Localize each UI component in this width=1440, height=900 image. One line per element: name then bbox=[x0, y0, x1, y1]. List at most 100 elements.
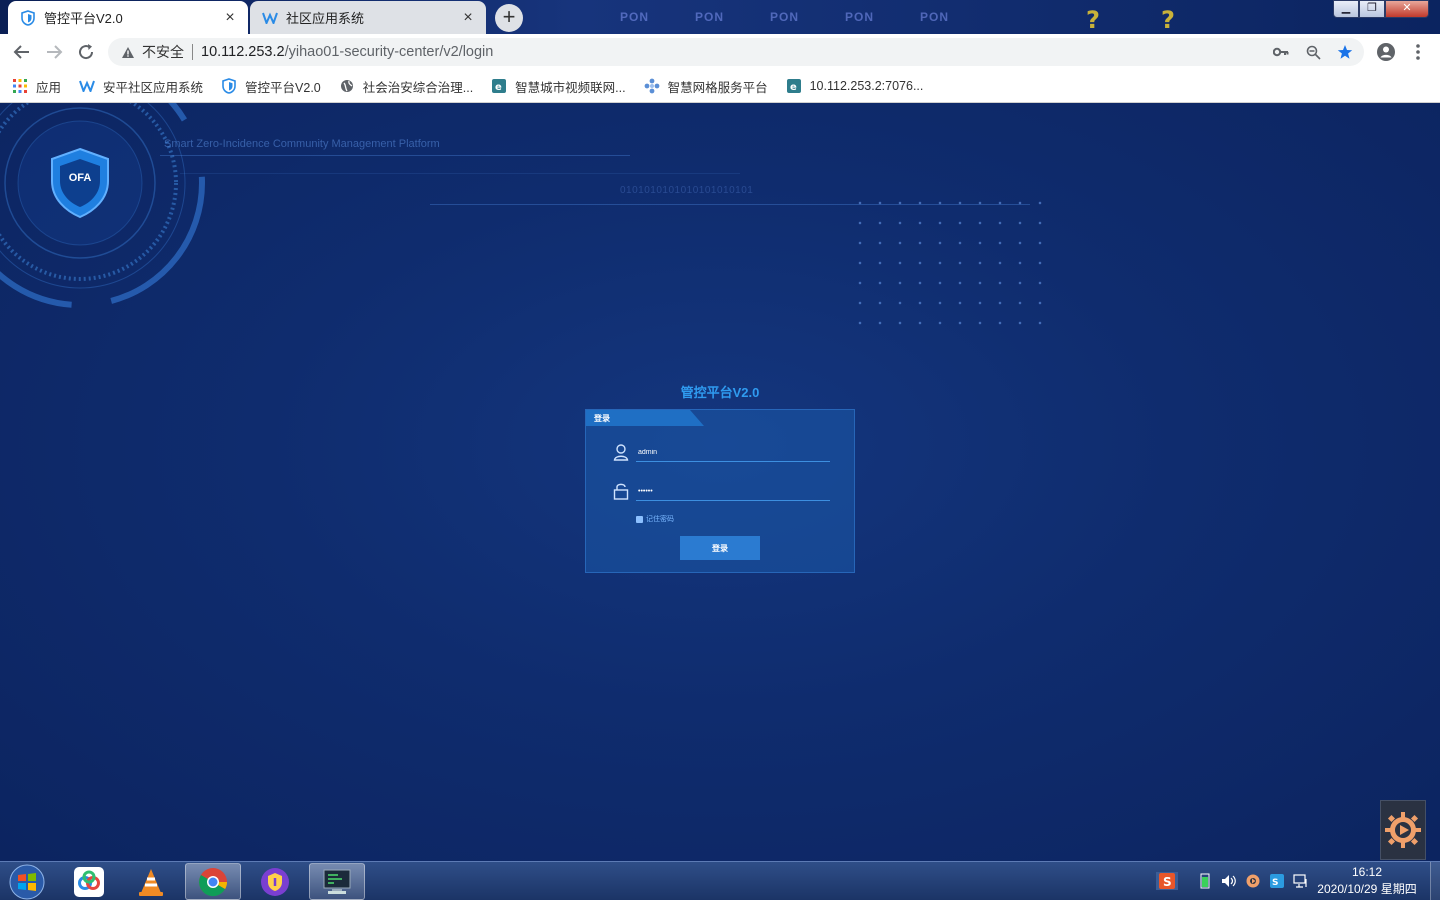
floating-video-widget[interactable] bbox=[1380, 800, 1426, 860]
svg-text:S: S bbox=[1272, 878, 1278, 888]
system-clock[interactable]: 16:12 2020/10/29 星期四 bbox=[1306, 864, 1428, 898]
background-deco-text: PON bbox=[845, 10, 875, 24]
username-input[interactable] bbox=[636, 444, 830, 462]
w-logo-icon bbox=[79, 78, 95, 94]
bookmark-management-platform[interactable]: 管控平台V2.0 bbox=[221, 77, 321, 96]
taskbar-remote-desktop[interactable] bbox=[309, 863, 365, 900]
remember-password-label: 记住密码 bbox=[646, 516, 674, 523]
login-button[interactable]: 登录 bbox=[680, 536, 760, 560]
omnibox-actions bbox=[1270, 43, 1356, 61]
svg-text:e: e bbox=[495, 82, 502, 93]
login-title: 管控平台V2.0 bbox=[680, 385, 760, 400]
url-host: 10.112.253.2 bbox=[201, 44, 285, 60]
new-tab-button[interactable]: + bbox=[495, 4, 523, 32]
bookmark-ip-7076[interactable]: e 10.112.253.2:7076... bbox=[786, 78, 924, 94]
tab-community-app[interactable]: 社区应用系统 × bbox=[250, 1, 486, 34]
bookmark-label: 应用 bbox=[36, 80, 62, 95]
login-tab[interactable]: 登录 bbox=[586, 410, 704, 426]
bookmark-label: 10.112.253.2:7076... bbox=[809, 79, 924, 93]
show-desktop-button[interactable] bbox=[1430, 862, 1440, 900]
windows-logo-icon bbox=[9, 864, 45, 899]
close-icon[interactable]: × bbox=[460, 9, 476, 26]
platform-subtitle: Smart Zero-Incidence Community Managemen… bbox=[164, 138, 440, 150]
close-window-button[interactable]: ✕ bbox=[1385, 0, 1429, 18]
shield-icon bbox=[20, 9, 36, 26]
security-status-label[interactable]: 不安全 bbox=[142, 42, 184, 62]
windows-taskbar: S S 16:12 2020/10/29 星期四 bbox=[0, 861, 1440, 900]
apps-grid-icon bbox=[12, 78, 28, 94]
checkbox-icon[interactable] bbox=[636, 515, 643, 523]
tab-management-platform[interactable]: 管控平台V2.0 × bbox=[8, 1, 248, 34]
profile-avatar-icon[interactable] bbox=[1374, 40, 1398, 64]
bookmark-label: 智慧网格服务平台 bbox=[667, 80, 768, 95]
chrome-icon bbox=[199, 867, 227, 896]
tab-title: 社区应用系统 bbox=[286, 11, 365, 26]
browser-toolbar: 不安全 10.112.253.2/yihao01-security-center… bbox=[0, 34, 1440, 70]
svg-text:?: ? bbox=[1161, 6, 1175, 32]
background-deco-text: PON bbox=[770, 10, 800, 24]
bookmark-label: 社会治安综合治理... bbox=[362, 80, 474, 95]
clock-time: 16:12 bbox=[1351, 865, 1383, 879]
svg-text:S: S bbox=[1163, 875, 1172, 889]
reload-button[interactable] bbox=[74, 40, 98, 64]
video-player-gear-icon bbox=[1385, 812, 1421, 848]
bookmark-smart-grid-service[interactable]: 智慧网格服务平台 bbox=[644, 77, 768, 96]
browser-tab-strip: 管控平台V2.0 × 社区应用系统 × + PON PON PON PON PO… bbox=[0, 0, 1440, 34]
taskbar-vlc[interactable] bbox=[123, 863, 179, 900]
desktop-help-icon: ? bbox=[1080, 6, 1106, 34]
more-menu-icon[interactable] bbox=[1408, 40, 1428, 64]
system-tray: S S bbox=[1156, 862, 1314, 900]
url-text[interactable]: 10.112.253.2/yihao01-security-center/v2/… bbox=[201, 44, 493, 60]
restore-window-button[interactable]: ❐ bbox=[1359, 0, 1385, 18]
network-app-icon[interactable]: S bbox=[1266, 872, 1288, 890]
address-bar[interactable]: 不安全 10.112.253.2/yihao01-security-center… bbox=[108, 38, 1364, 66]
tab-title: 管控平台V2.0 bbox=[44, 11, 123, 26]
background-deco-text: PON bbox=[695, 10, 725, 24]
battery-icon[interactable] bbox=[1194, 872, 1216, 890]
bookmark-star-icon[interactable] bbox=[1334, 43, 1356, 61]
bookmark-public-security[interactable]: 社会治安综合治理... bbox=[339, 77, 473, 96]
bookmarks-bar: 应用 安平社区应用系统 管控平台V2.0 社会治安综合治理... e 智慧城市视… bbox=[0, 70, 1440, 103]
zoom-icon[interactable] bbox=[1302, 43, 1324, 61]
login-form: 登录 记住密码 登录 bbox=[585, 409, 855, 573]
remember-password-checkbox[interactable]: 记住密码 bbox=[636, 514, 674, 524]
background-deco-text: PON bbox=[620, 10, 650, 24]
arrow-right-icon bbox=[47, 45, 63, 59]
bookmark-label: 智慧城市视频联网... bbox=[515, 80, 626, 95]
warning-icon[interactable] bbox=[120, 44, 136, 60]
key-icon[interactable] bbox=[1270, 43, 1292, 61]
forward-button[interactable] bbox=[42, 40, 66, 64]
arrow-left-icon bbox=[13, 45, 29, 59]
vlc-cone-icon bbox=[139, 868, 163, 896]
logo-text: OFA bbox=[68, 172, 92, 184]
svg-text:e: e bbox=[790, 82, 797, 93]
sogou-input-icon[interactable]: S bbox=[1156, 872, 1178, 890]
close-icon[interactable]: × bbox=[222, 9, 238, 26]
e-logo-icon: e bbox=[786, 78, 802, 94]
bookmark-smart-city-video[interactable]: e 智慧城市视频联网... bbox=[491, 77, 626, 96]
e-logo-icon: e bbox=[491, 78, 507, 94]
start-button[interactable] bbox=[7, 863, 47, 900]
desktop-help-icon: ? bbox=[1155, 6, 1181, 34]
bookmark-apps[interactable]: 应用 bbox=[12, 77, 61, 96]
dot-grid-decoration bbox=[850, 193, 1050, 338]
bookmark-anping-community[interactable]: 安平社区应用系统 bbox=[79, 77, 203, 96]
globe-icon bbox=[339, 78, 355, 94]
w-logo-icon bbox=[262, 10, 278, 26]
taskbar-chrome[interactable] bbox=[185, 863, 241, 900]
url-path: /yihao01-security-center/v2/login bbox=[284, 44, 494, 60]
ofa-shield-logo: OFA bbox=[48, 147, 112, 219]
back-button[interactable] bbox=[10, 40, 34, 64]
minimize-window-button[interactable]: ▁ bbox=[1333, 0, 1359, 18]
gear-tray-icon[interactable] bbox=[1242, 872, 1264, 890]
taskbar-security-app[interactable] bbox=[247, 863, 303, 900]
binary-deco-text: 0101010101010101010101 bbox=[620, 185, 754, 196]
reload-icon bbox=[79, 44, 94, 60]
taskbar-baidu-netdisk[interactable] bbox=[61, 863, 117, 900]
volume-icon[interactable] bbox=[1218, 872, 1240, 890]
svg-text:?: ? bbox=[1086, 6, 1100, 32]
password-input[interactable] bbox=[636, 483, 830, 501]
divider bbox=[192, 44, 193, 60]
monitor-app-icon bbox=[323, 869, 351, 894]
window-controls: ▁ ❐ ✕ bbox=[1333, 0, 1429, 18]
